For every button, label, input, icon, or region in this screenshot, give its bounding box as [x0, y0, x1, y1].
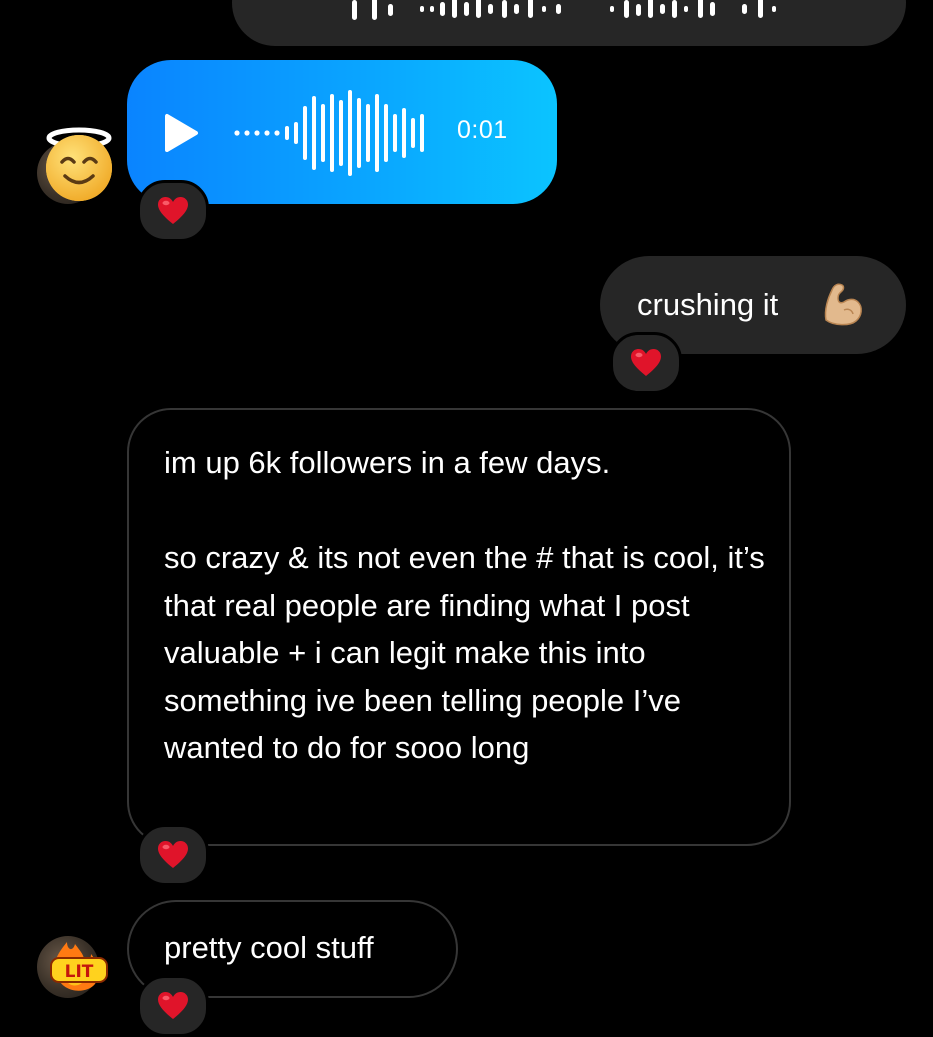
message-text: pretty cool stuff [164, 930, 374, 965]
message-text: crushing it [637, 287, 779, 322]
red-heart-icon [631, 349, 661, 376]
message-reaction[interactable] [137, 180, 209, 242]
red-heart-icon [158, 992, 188, 1019]
sent-voice-message-partial[interactable] [232, 0, 906, 46]
contact-avatar[interactable]: LIT [37, 936, 108, 998]
play-icon[interactable] [165, 114, 198, 152]
waveform-icon [234, 90, 424, 176]
message-reaction[interactable] [137, 824, 209, 886]
red-heart-icon [158, 197, 188, 224]
contact-avatar[interactable] [37, 127, 112, 204]
svg-text:LIT: LIT [65, 962, 94, 982]
message-reaction[interactable] [610, 332, 682, 394]
waveform-icon [352, 0, 776, 20]
lit-fire-icon: LIT [50, 942, 108, 991]
received-message-bubble[interactable]: im up 6k followers in a few days. so cra… [127, 408, 791, 846]
flexed-biceps-icon [824, 283, 862, 326]
red-heart-icon [158, 841, 188, 868]
message-reaction[interactable] [137, 975, 209, 1037]
voice-duration: 0:01 [457, 116, 508, 144]
message-text: im up 6k followers in a few days. so cra… [164, 445, 765, 765]
